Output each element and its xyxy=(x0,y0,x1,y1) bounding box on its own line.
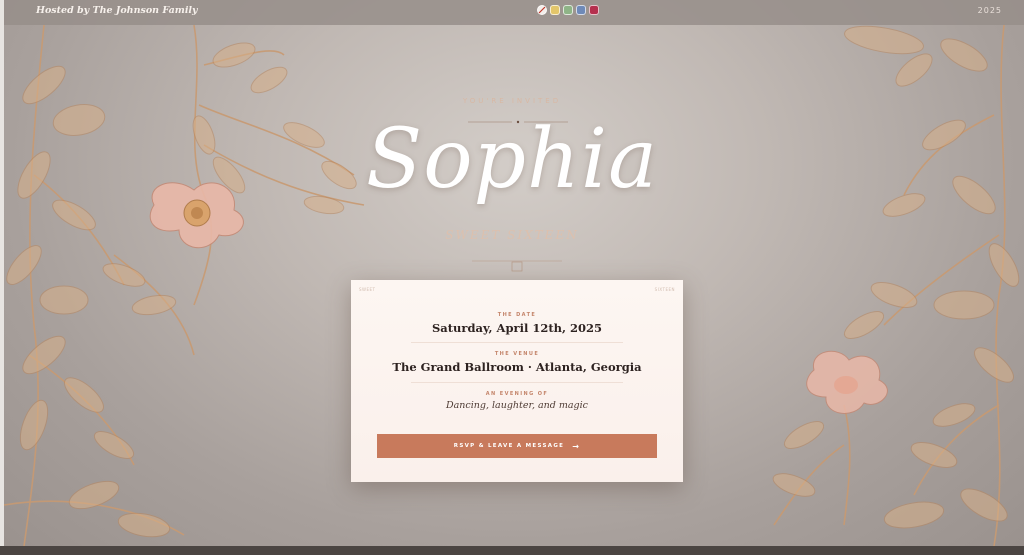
theme-blue-swatch[interactable] xyxy=(576,5,586,15)
card-corner-right: SIXTEEN xyxy=(654,287,675,292)
date-label: THE DATE xyxy=(497,312,537,318)
evening-value: Dancing, laughter, and magic xyxy=(446,400,588,411)
theme-gold-swatch[interactable] xyxy=(550,5,560,15)
event-subtitle: SWEET SIXTEEN xyxy=(445,228,579,242)
event-details-card: SWEET SIXTEEN THE DATE Saturday, April 1… xyxy=(351,280,683,482)
slash-icon xyxy=(538,6,546,14)
venue-value: The Grand Ballroom · Atlanta, Georgia xyxy=(392,360,642,374)
invitation-page: Hosted by The Johnson Family 2025 YOU'RE… xyxy=(0,0,1024,555)
rsvp-button-label: RSVP & LEAVE A MESSAGE xyxy=(453,443,565,449)
celebrant-name: Sophia xyxy=(366,112,658,207)
rsvp-button[interactable]: RSVP & LEAVE A MESSAGE → xyxy=(377,434,657,458)
right-rose-flower xyxy=(806,350,888,414)
host-text: Hosted by The Johnson Family xyxy=(36,5,198,16)
theme-switcher xyxy=(537,5,599,15)
evening-label: AN EVENING OF xyxy=(485,391,549,397)
theme-sage-swatch[interactable] xyxy=(563,5,573,15)
invited-eyebrow: YOU'RE INVITED xyxy=(462,97,562,105)
arrow-right-icon: → xyxy=(572,441,581,451)
separator xyxy=(411,382,623,383)
year-text: 2025 xyxy=(977,6,1002,15)
top-bar: Hosted by The Johnson Family 2025 xyxy=(4,0,1024,25)
theme-rose-swatch[interactable] xyxy=(589,5,599,15)
theme-none-swatch[interactable] xyxy=(537,5,547,15)
date-value: Saturday, April 12th, 2025 xyxy=(431,321,603,335)
separator xyxy=(411,342,623,343)
card-corner-left: SWEET xyxy=(359,287,376,292)
bottom-edge xyxy=(0,546,1024,555)
ornament-divider-bottom xyxy=(472,260,562,272)
venue-label: THE VENUE xyxy=(494,351,540,357)
